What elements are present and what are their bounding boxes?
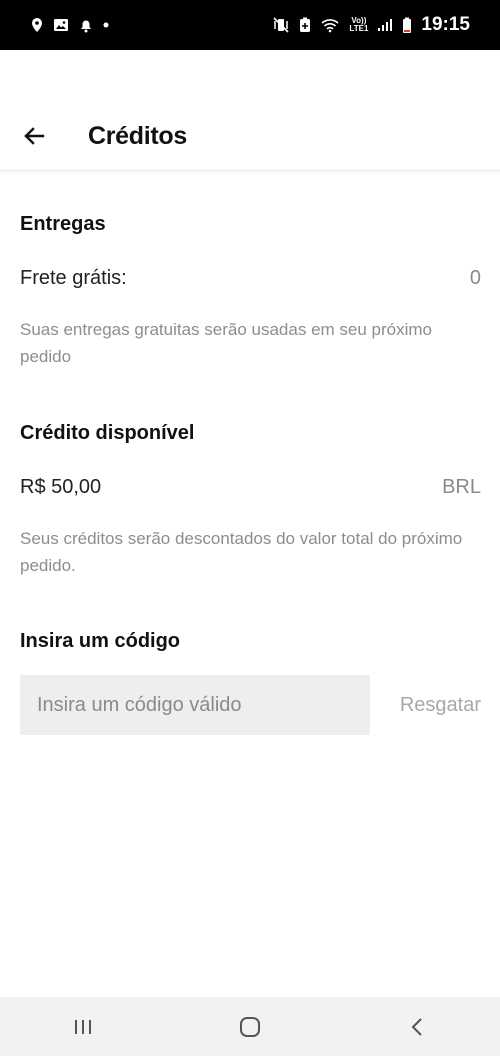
credit-currency: BRL xyxy=(442,476,481,498)
battery-icon xyxy=(402,17,412,34)
status-bar-right: Vo)) LTE1 19:15 xyxy=(272,14,470,36)
home-button[interactable] xyxy=(220,997,280,1056)
notification-icon xyxy=(78,17,94,33)
recent-apps-icon xyxy=(75,1019,92,1034)
credit-section-title: Crédito disponível xyxy=(20,422,195,444)
battery-saver-icon xyxy=(299,17,311,33)
location-icon xyxy=(30,17,44,33)
free-delivery-count: 0 xyxy=(469,267,481,289)
status-time: 19:15 xyxy=(421,14,470,35)
system-nav-bar xyxy=(0,997,500,1056)
signal-icon xyxy=(377,18,393,32)
back-icon xyxy=(411,1017,422,1036)
arrow-left-icon xyxy=(24,127,45,145)
redeem-button[interactable]: Resgatar xyxy=(400,675,481,735)
status-bar: Vo)) LTE1 19:15 xyxy=(0,0,500,50)
promo-code-input[interactable] xyxy=(20,675,370,735)
gallery-icon xyxy=(53,18,69,32)
status-bar-left xyxy=(30,17,109,33)
recent-apps-button[interactable] xyxy=(53,997,113,1056)
network-type-label: Vo)) LTE1 xyxy=(349,17,368,33)
dot-icon xyxy=(103,22,109,28)
wifi-icon xyxy=(320,17,340,33)
deliveries-section-title: Entregas xyxy=(20,213,106,235)
system-back-button[interactable] xyxy=(387,997,447,1056)
promo-section-title: Insira um código xyxy=(20,630,181,652)
credit-note: Seus créditos serão descontados do valor… xyxy=(20,529,463,575)
free-delivery-label: Frete grátis: xyxy=(20,267,127,289)
app-bar: Créditos xyxy=(0,50,500,171)
network-label-bottom: LTE1 xyxy=(349,24,369,33)
credit-amount: R$ 50,00 xyxy=(20,476,102,498)
back-button[interactable] xyxy=(16,118,52,154)
free-delivery-note: Suas entregas gratuitas serão usadas em … xyxy=(20,320,433,366)
home-icon xyxy=(239,1016,260,1037)
page-title: Créditos xyxy=(88,122,188,150)
mute-vibrate-icon xyxy=(272,17,290,33)
